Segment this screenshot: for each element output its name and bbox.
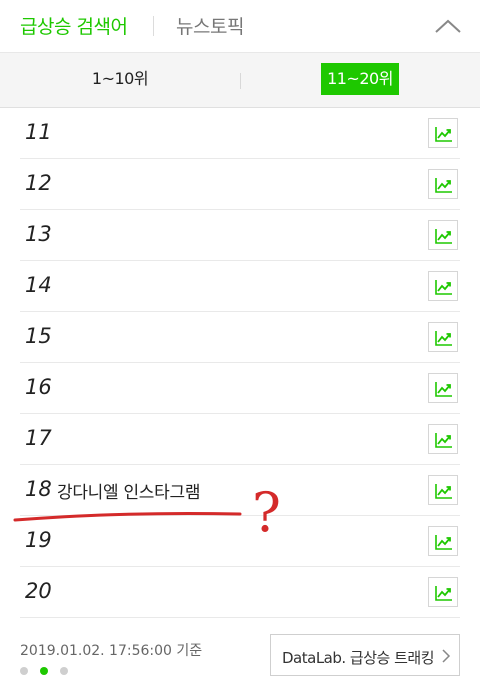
list-item[interactable]: 11 bbox=[20, 108, 460, 159]
range-divider bbox=[240, 73, 241, 89]
tab-divider bbox=[153, 16, 154, 36]
page-dot[interactable] bbox=[60, 667, 68, 675]
page-dot[interactable] bbox=[20, 667, 28, 675]
rank-number: 18 bbox=[25, 477, 52, 501]
trend-chart-button[interactable] bbox=[428, 322, 458, 352]
trend-chart-button[interactable] bbox=[428, 526, 458, 556]
trend-chart-icon bbox=[435, 229, 452, 244]
trend-chart-icon bbox=[435, 586, 452, 601]
range-1-10-button[interactable]: 1~10위 bbox=[80, 63, 160, 95]
header: 급상승 검색어 뉴스토픽 bbox=[0, 0, 480, 52]
trend-chart-button[interactable] bbox=[428, 424, 458, 454]
rank-range-bar: 1~10위 11~20위 bbox=[0, 52, 480, 108]
question-mark-annotation: ? bbox=[252, 481, 281, 544]
trend-chart-icon bbox=[435, 484, 452, 499]
trend-chart-icon bbox=[435, 280, 452, 295]
rank-number: 17 bbox=[25, 426, 52, 450]
trend-chart-button[interactable] bbox=[428, 373, 458, 403]
trend-chart-icon bbox=[435, 535, 452, 550]
trend-chart-button[interactable] bbox=[428, 577, 458, 607]
list-item[interactable]: 20 bbox=[20, 567, 460, 618]
list-item[interactable]: 19 bbox=[20, 516, 460, 567]
list-item[interactable]: 13 bbox=[20, 210, 460, 261]
trend-chart-icon bbox=[435, 178, 452, 193]
chevron-up-icon bbox=[435, 19, 461, 33]
tab-news-topic[interactable]: 뉴스토픽 bbox=[176, 12, 244, 39]
trend-chart-icon bbox=[435, 382, 452, 397]
list-item[interactable]: 17 bbox=[20, 414, 460, 465]
range-11-20-button[interactable]: 11~20위 bbox=[321, 63, 399, 95]
rank-number: 19 bbox=[25, 528, 52, 552]
list-item[interactable]: 16 bbox=[20, 363, 460, 414]
rank-number: 11 bbox=[25, 120, 52, 144]
list-item[interactable]: 12 bbox=[20, 159, 460, 210]
tab-realtime-search[interactable]: 급상승 검색어 bbox=[20, 12, 128, 39]
rank-number: 16 bbox=[25, 375, 52, 399]
trend-chart-button[interactable] bbox=[428, 271, 458, 301]
list-item[interactable]: 14 bbox=[20, 261, 460, 312]
trend-chart-icon bbox=[435, 331, 452, 346]
trend-chart-icon bbox=[435, 127, 452, 142]
trend-chart-button[interactable] bbox=[428, 220, 458, 250]
page-dot-active[interactable] bbox=[40, 667, 48, 675]
timestamp: 2019.01.02. 17:56:00 기준 bbox=[20, 643, 203, 659]
list-item[interactable]: 18 강다니엘 인스타그램 bbox=[20, 465, 460, 516]
rank-number: 14 bbox=[25, 273, 52, 297]
collapse-button[interactable] bbox=[430, 10, 466, 42]
trend-chart-icon bbox=[435, 433, 452, 448]
rank-number: 13 bbox=[25, 222, 52, 246]
rank-number: 12 bbox=[25, 171, 52, 195]
chevron-right-icon bbox=[442, 649, 451, 663]
rank-number: 15 bbox=[25, 324, 52, 348]
rank-number: 20 bbox=[25, 579, 52, 603]
list-item[interactable]: 15 bbox=[20, 312, 460, 363]
trend-chart-button[interactable] bbox=[428, 169, 458, 199]
datalab-trend-button[interactable]: DataLab. 급상승 트래킹 bbox=[270, 634, 460, 676]
keyword-text[interactable]: 강다니엘 인스타그램 bbox=[57, 478, 200, 503]
trend-chart-button[interactable] bbox=[428, 475, 458, 505]
datalab-label: DataLab. 급상승 트래킹 bbox=[282, 649, 435, 667]
trend-chart-button[interactable] bbox=[428, 118, 458, 148]
footer: 2019.01.02. 17:56:00 기준 DataLab. 급상승 트래킹 bbox=[0, 618, 480, 686]
